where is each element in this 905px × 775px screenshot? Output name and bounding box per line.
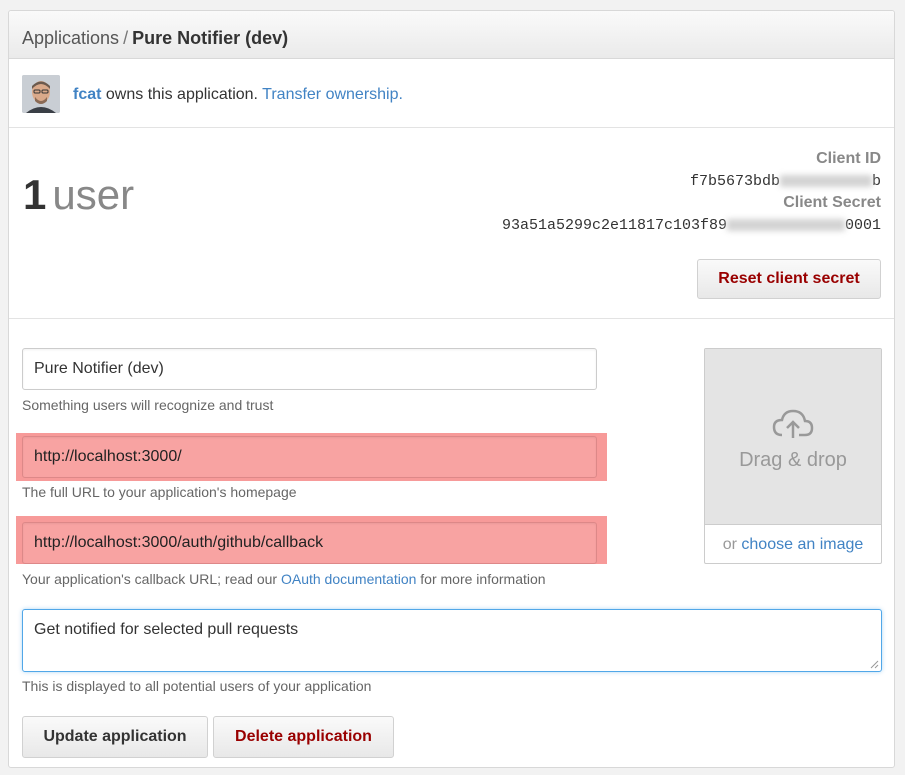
callback-hint-post: for more information [416, 571, 546, 587]
client-id-tail: b [871, 173, 881, 190]
user-count-label: user [52, 171, 135, 218]
oauth-documentation-link[interactable]: OAuth documentation [281, 571, 416, 587]
application-stats: 1 user Client ID f7b5673bdb b Client Secre… [9, 129, 894, 319]
owner-row: fcat owns this application. Transfer own… [9, 60, 894, 128]
resize-handle-icon[interactable] [870, 660, 879, 669]
reset-client-secret-button[interactable]: Reset client secret [697, 259, 881, 299]
avatar[interactable] [22, 75, 60, 113]
user-count-number: 1 [23, 171, 47, 218]
breadcrumb-separator: / [123, 28, 129, 48]
logo-dropzone[interactable]: Drag & drop or choose an image [704, 348, 882, 564]
transfer-ownership-link[interactable]: Transfer ownership. [262, 86, 403, 103]
redaction-blur [726, 219, 845, 232]
owns-text: owns this application. [105, 86, 258, 103]
application-form: Pure Notifier (dev) Something users will… [9, 320, 894, 769]
breadcrumb-applications-link[interactable]: Applications [22, 28, 119, 48]
homepage-url-hint: The full URL to your application's homep… [22, 484, 297, 500]
callback-url-input[interactable]: http://localhost:3000/auth/github/callba… [22, 522, 597, 564]
application-settings-panel: Applications / Pure Notifier (dev) fcat ow… [8, 10, 895, 768]
description-hint: This is displayed to all potential users… [22, 678, 372, 694]
choose-image-link[interactable]: choose an image [741, 536, 863, 553]
callback-hint-pre: Your application's callback URL; read ou… [22, 571, 281, 587]
choose-image-row: or choose an image [705, 536, 881, 554]
breadcrumb: Applications / Pure Notifier (dev) [22, 27, 288, 49]
callback-url-hint: Your application's callback URL; read ou… [22, 571, 546, 587]
update-application-button[interactable]: Update application [22, 716, 208, 758]
delete-application-button[interactable]: Delete application [213, 716, 394, 758]
client-id-value: f7b5673bdb b [690, 173, 881, 190]
client-id-text: f7b5673bdb [689, 173, 780, 190]
client-secret-tail: 0001 [844, 217, 881, 234]
client-secret-value: 93a51a5299c2e11817c103f89 0001 [502, 217, 881, 234]
description-text: Get notified for selected pull requests [34, 621, 299, 638]
user-count: 1 user [23, 169, 134, 221]
application-name-hint: Something users will recognize and trust [22, 397, 274, 413]
ownership-text: fcat owns this application. Transfer own… [73, 85, 403, 105]
client-secret-text: 93a51a5299c2e11817c103f89 [501, 217, 727, 234]
redaction-blur [779, 175, 872, 188]
drag-drop-label: Drag & drop [739, 449, 847, 471]
or-label: or [722, 536, 742, 553]
application-name-input[interactable]: Pure Notifier (dev) [22, 348, 597, 390]
breadcrumb-current: Pure Notifier (dev) [132, 28, 289, 48]
client-id-label: Client ID [816, 150, 881, 167]
homepage-url-input[interactable]: http://localhost:3000/ [22, 436, 597, 478]
owner-username-link[interactable]: fcat [73, 86, 101, 103]
description-textarea[interactable]: Get notified for selected pull requests [22, 609, 882, 672]
page-header: Applications / Pure Notifier (dev) [9, 11, 894, 59]
drag-drop-area[interactable]: Drag & drop [705, 349, 881, 525]
cloud-upload-icon [772, 409, 814, 438]
client-secret-label: Client Secret [783, 194, 881, 211]
